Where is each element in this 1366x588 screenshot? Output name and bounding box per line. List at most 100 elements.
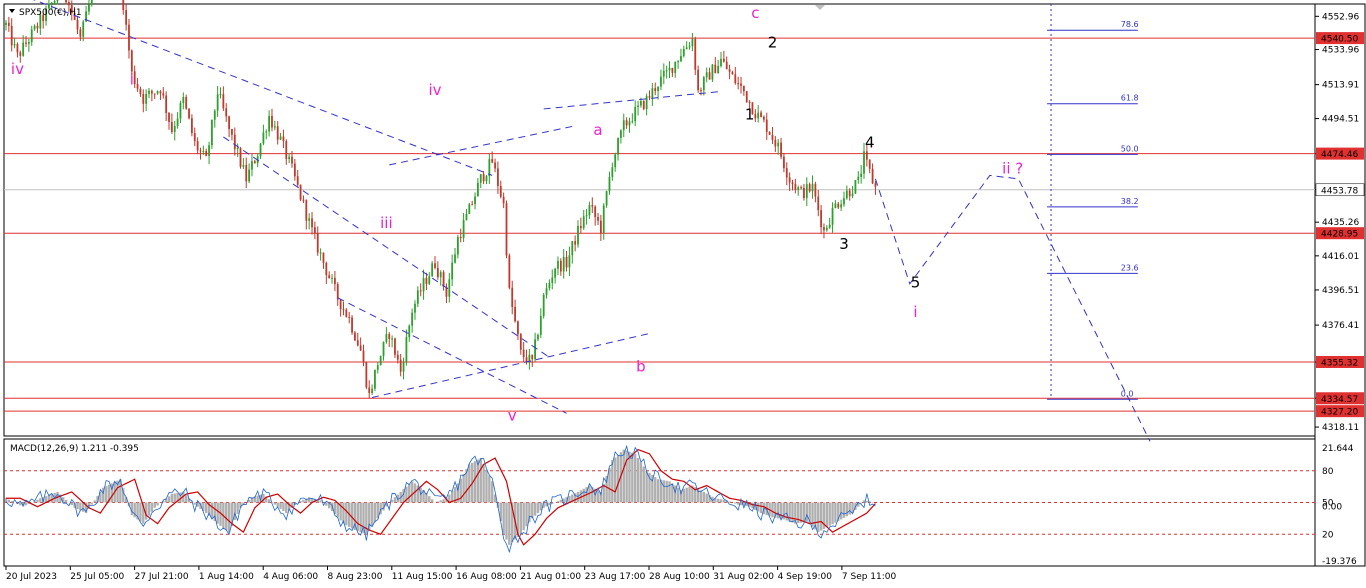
candle-body <box>548 282 551 289</box>
candle-body <box>791 182 794 184</box>
candle-body <box>311 218 313 228</box>
candle-body <box>474 196 476 205</box>
candle-body <box>19 52 22 56</box>
candle-body <box>359 345 362 351</box>
current-price-label: 4453.78 <box>1321 186 1358 196</box>
candle-body <box>302 199 305 201</box>
candle-body <box>439 272 442 278</box>
candle-body <box>56 0 59 2</box>
candle-body <box>685 47 688 50</box>
candle-body <box>803 187 805 198</box>
candle-body <box>451 262 454 280</box>
candle-body <box>259 143 262 157</box>
candle-body <box>285 140 288 160</box>
wave-label: a <box>593 121 602 139</box>
candle-body <box>36 25 39 29</box>
candle-body <box>268 115 271 132</box>
candle-body <box>597 217 599 221</box>
candle-body <box>170 122 173 132</box>
candle-body <box>293 163 296 177</box>
time-tick-label: 25 Jul 05:00 <box>70 572 124 582</box>
candle-body <box>697 69 700 91</box>
candle-body <box>668 67 671 71</box>
candle-body <box>817 196 820 211</box>
candle-body <box>348 316 351 318</box>
candle-body <box>219 94 222 96</box>
candle-body <box>511 287 514 307</box>
candle-body <box>128 24 130 51</box>
candle-body <box>705 72 708 78</box>
candle-body <box>379 356 382 366</box>
candle-body <box>245 165 248 182</box>
candle-body <box>239 148 242 167</box>
candle-body <box>517 321 519 335</box>
time-tick-label: 21 Aug 01:00 <box>520 572 581 582</box>
candle-body <box>16 44 19 53</box>
candle-body <box>308 218 311 221</box>
price-tick-label: 4396.51 <box>1322 286 1359 296</box>
candle-body <box>316 233 319 253</box>
candle-body <box>860 173 863 177</box>
candle-body <box>651 88 654 98</box>
wave-label: 3 <box>839 235 849 253</box>
candle-body <box>551 277 554 283</box>
candle-body <box>411 312 414 326</box>
candle-body <box>362 350 365 363</box>
candle-body <box>491 159 494 163</box>
candle-body <box>216 94 219 111</box>
candle-body <box>68 2 70 6</box>
wave-label: b <box>636 357 646 375</box>
candle-body <box>831 208 834 225</box>
candle-body <box>27 42 30 44</box>
candle-body <box>834 203 837 209</box>
candle-body <box>568 255 571 268</box>
candle-body <box>405 337 408 363</box>
candle-body <box>428 276 431 284</box>
macd-tick-label: 0.00 <box>1322 503 1342 513</box>
candle-body <box>579 226 582 229</box>
candle-body <box>800 187 802 189</box>
candle-body <box>296 176 299 185</box>
time-tick-label: 11 Aug 15:00 <box>392 572 453 582</box>
candle-body <box>291 156 293 164</box>
candle-body <box>468 204 471 215</box>
candle-body <box>125 10 128 25</box>
candle-body <box>537 334 539 340</box>
candle-body <box>557 260 559 269</box>
candle-body <box>502 196 505 204</box>
candle-body <box>614 154 617 168</box>
price-chart[interactable]: 78.661.850.038.223.60.0 iviiviiivabc(ii)… <box>0 0 1366 588</box>
candle-body <box>765 119 768 132</box>
candle-body <box>688 46 691 48</box>
candle-body <box>305 200 308 221</box>
candle-body <box>388 334 391 339</box>
candle-body <box>577 226 579 245</box>
candle-body <box>754 114 757 119</box>
candle-body <box>53 1 56 3</box>
candle-body <box>808 184 811 192</box>
candle-body <box>702 77 705 91</box>
candle-body <box>339 299 342 310</box>
candle-body <box>731 71 734 75</box>
time-tick-label: 1 Aug 14:00 <box>199 572 254 582</box>
price-tick-label: 4318.11 <box>1322 423 1359 433</box>
candle-body <box>711 64 714 80</box>
candle-body <box>176 118 179 126</box>
candle-body <box>208 145 210 157</box>
candle-body <box>408 325 411 338</box>
level-badge-label: 4474.46 <box>1321 150 1358 160</box>
candle-body <box>497 168 499 186</box>
candle-body <box>145 93 148 104</box>
candle-body <box>391 338 393 340</box>
candle-body <box>811 183 814 192</box>
candle-body <box>313 227 316 234</box>
candle-body <box>82 21 85 37</box>
price-tick-label: 4435.26 <box>1322 218 1359 228</box>
wave-label: ii ? <box>1002 160 1023 178</box>
candle-body <box>691 38 694 47</box>
candle-body <box>642 100 645 110</box>
candle-body <box>419 290 422 292</box>
candle-body <box>788 177 791 183</box>
candle-body <box>574 241 577 245</box>
candle-body <box>671 67 674 73</box>
